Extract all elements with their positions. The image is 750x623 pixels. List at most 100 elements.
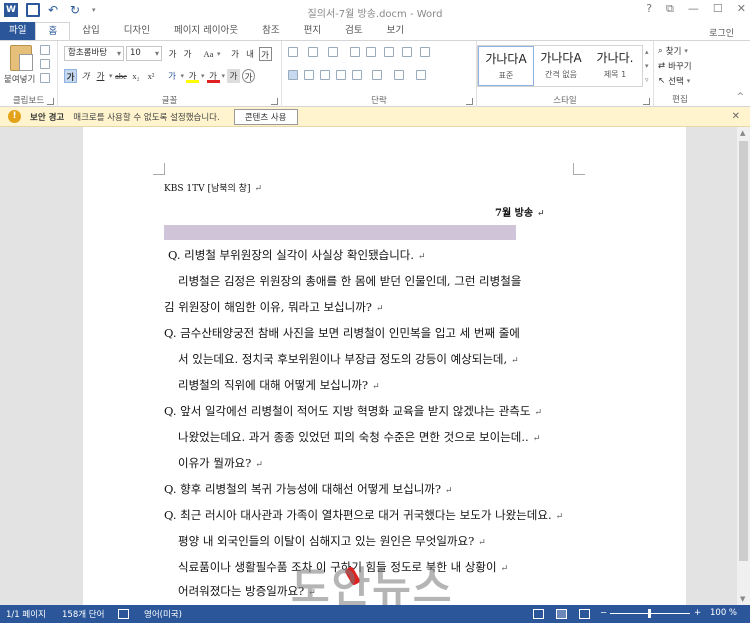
clipboard-group: 붙여넣기 클립보드 bbox=[0, 41, 58, 107]
chevron-down-icon: ▾ bbox=[217, 50, 221, 58]
bold-button[interactable]: 가 bbox=[64, 69, 77, 83]
window-controls: ? ⧉ — ☐ ✕ bbox=[646, 2, 746, 16]
margin-mark bbox=[573, 163, 585, 175]
asian-layout-icon[interactable] bbox=[384, 47, 394, 57]
page-count[interactable]: 1/1 페이지 bbox=[6, 608, 46, 620]
highlight-button[interactable]: 가 bbox=[186, 69, 200, 83]
char-border-button[interactable]: 가 bbox=[258, 47, 272, 61]
web-layout-icon[interactable] bbox=[579, 609, 590, 619]
security-warning-bar: ! 보안 경고 매크로를 사용할 수 없도록 설정했습니다. 콘텐츠 사용 ✕ bbox=[0, 107, 750, 127]
styles-label: 스타일 bbox=[553, 96, 577, 106]
tab-mailings[interactable]: 편지 bbox=[292, 22, 333, 40]
maximize-icon[interactable]: ☐ bbox=[713, 2, 723, 16]
tab-design[interactable]: 디자인 bbox=[112, 22, 162, 40]
font-launcher-icon[interactable] bbox=[271, 98, 278, 105]
read-mode-icon[interactable] bbox=[533, 609, 544, 619]
zoom-level[interactable]: 100 % bbox=[710, 608, 737, 618]
distribute-icon[interactable] bbox=[352, 70, 362, 80]
tab-review[interactable]: 검토 bbox=[333, 22, 374, 40]
paragraph-launcher-icon[interactable] bbox=[466, 98, 473, 105]
proofing-icon[interactable] bbox=[118, 609, 129, 619]
grow-font-button[interactable]: 가 bbox=[166, 47, 179, 61]
text-effects-button[interactable]: 가 bbox=[166, 69, 179, 83]
styles-launcher-icon[interactable] bbox=[643, 98, 650, 105]
sign-in-link[interactable]: 로그인 bbox=[709, 26, 734, 39]
doc-date: 7월 방송 ↵ bbox=[495, 208, 545, 219]
change-case-button[interactable]: Aa bbox=[202, 47, 215, 61]
minimize-icon[interactable]: — bbox=[688, 2, 699, 16]
justify-icon[interactable] bbox=[336, 70, 346, 80]
paste-button[interactable]: 붙여넣기 bbox=[4, 73, 35, 85]
binoculars-icon: ⌕ bbox=[658, 46, 663, 56]
align-center-icon[interactable] bbox=[304, 70, 314, 80]
font-size-select[interactable]: 10 bbox=[126, 46, 162, 61]
security-title: 보안 경고 bbox=[30, 112, 65, 123]
ribbon-display-icon[interactable]: ⧉ bbox=[666, 2, 674, 16]
multilevel-list-icon[interactable] bbox=[328, 47, 338, 57]
document-page[interactable]: KBS 1TV [남북의 창] ↵ 7월 방송 ↵ Q. 리병철 부위원장의 실각이… bbox=[83, 127, 686, 612]
sort-icon[interactable] bbox=[402, 47, 412, 57]
bullets-icon[interactable] bbox=[288, 47, 298, 57]
close-icon[interactable]: ✕ bbox=[732, 111, 740, 122]
zoom-slider-thumb[interactable] bbox=[648, 609, 651, 618]
title-bar: W ↶ ↻ ▾ 질의서-7월 방송.docm - Word ? ⧉ — ☐ ✕ bbox=[0, 0, 750, 22]
scroll-up-icon[interactable]: ▲ bbox=[740, 129, 745, 137]
font-group: 함초롬바탕 10 가 가 Aa ▾ 가 내 가 가 가 가 ▾ abe x₂ x… bbox=[58, 41, 282, 107]
doc-line: 평양 내 외국인들의 이탈이 심해지고 있는 원인은 무엇일까요? ↵ bbox=[178, 534, 486, 548]
tab-view[interactable]: 보기 bbox=[375, 22, 416, 40]
clipboard-launcher-icon[interactable] bbox=[47, 98, 54, 105]
superscript-button[interactable]: x² bbox=[145, 69, 158, 83]
select-button[interactable]: ↖ 선택 ▾ bbox=[658, 75, 690, 87]
replace-button[interactable]: ⇄ 바꾸기 bbox=[658, 60, 692, 72]
clear-format-button[interactable]: 가 bbox=[229, 47, 242, 61]
zoom-out-button[interactable]: − bbox=[600, 608, 607, 618]
align-left-icon[interactable] bbox=[288, 70, 298, 80]
tab-file[interactable]: 파일 bbox=[0, 22, 36, 40]
word-count[interactable]: 158개 단어 bbox=[62, 608, 104, 620]
ribbon: 붙여넣기 클립보드 함초롬바탕 10 가 가 Aa ▾ 가 내 가 가 가 가 … bbox=[0, 40, 750, 107]
enclose-char-button[interactable]: 가 bbox=[242, 69, 256, 83]
tab-home[interactable]: 홈 bbox=[35, 22, 71, 40]
phonetic-guide-button[interactable]: 내 bbox=[244, 47, 257, 61]
decrease-indent-icon[interactable] bbox=[350, 47, 360, 57]
close-icon[interactable]: ✕ bbox=[737, 2, 746, 16]
vertical-scrollbar[interactable]: ▲ ▼ bbox=[737, 127, 750, 605]
scroll-thumb[interactable] bbox=[739, 141, 748, 561]
scroll-down-icon[interactable]: ▼ bbox=[740, 595, 745, 603]
paste-icon[interactable] bbox=[10, 45, 33, 71]
help-icon[interactable]: ? bbox=[646, 2, 652, 16]
font-name-select[interactable]: 함초롬바탕 bbox=[64, 46, 124, 61]
increase-indent-icon[interactable] bbox=[366, 47, 376, 57]
numbering-icon[interactable] bbox=[308, 47, 318, 57]
tab-insert[interactable]: 삽입 bbox=[70, 22, 111, 40]
line-spacing-icon[interactable] bbox=[372, 70, 382, 80]
subscript-button[interactable]: x₂ bbox=[130, 69, 143, 83]
language[interactable]: 영어(미국) bbox=[144, 608, 182, 620]
shading-icon[interactable] bbox=[394, 70, 404, 80]
doc-line: 이유가 뭘까요? ↵ bbox=[178, 456, 263, 470]
replace-icon: ⇄ bbox=[658, 61, 666, 71]
strikethrough-button[interactable]: abe bbox=[115, 69, 128, 83]
font-color-button[interactable]: 가 bbox=[206, 69, 220, 83]
zoom-in-button[interactable]: + bbox=[694, 608, 701, 618]
borders-icon[interactable] bbox=[416, 70, 426, 80]
char-shading-button[interactable]: 가 bbox=[227, 69, 241, 83]
doc-line: 리병철은 김정은 위원장의 총애를 한 몸에 받던 인물인데, 그런 리병철을 bbox=[178, 274, 522, 288]
copy-icon[interactable] bbox=[40, 59, 50, 69]
doc-line: Q. 리병철 부위원장의 실각이 사실상 확인됐습니다. ↵ bbox=[168, 248, 426, 262]
enable-content-button[interactable]: 콘텐츠 사용 bbox=[233, 108, 298, 125]
collapse-ribbon-icon[interactable]: ^ bbox=[736, 92, 744, 102]
paragraph-label: 단락 bbox=[371, 96, 387, 106]
shrink-font-button[interactable]: 가 bbox=[181, 47, 194, 61]
align-right-icon[interactable] bbox=[320, 70, 330, 80]
print-layout-icon[interactable] bbox=[556, 609, 567, 619]
tab-page-layout[interactable]: 페이지 레이아웃 bbox=[162, 22, 250, 40]
tab-references[interactable]: 참조 bbox=[250, 22, 291, 40]
underline-button[interactable]: 가 bbox=[94, 69, 107, 83]
cursor-icon: ↖ bbox=[658, 76, 666, 86]
find-button[interactable]: ⌕ 찾기 ▾ bbox=[658, 45, 688, 57]
format-painter-icon[interactable] bbox=[40, 73, 50, 83]
cut-icon[interactable] bbox=[40, 45, 50, 55]
italic-button[interactable]: 가 bbox=[79, 69, 92, 83]
show-marks-icon[interactable] bbox=[420, 47, 430, 57]
